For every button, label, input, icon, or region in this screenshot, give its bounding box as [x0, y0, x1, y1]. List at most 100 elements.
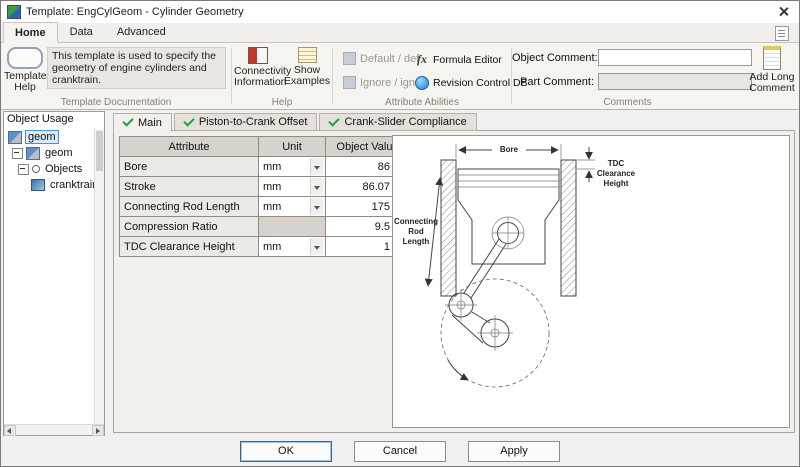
tree-item-objects[interactable]: Objects [43, 163, 84, 175]
cancel-button[interactable]: Cancel [354, 440, 446, 462]
revision-control-icon [415, 76, 429, 90]
formula-editor-button[interactable]: fx Formula Editor [415, 52, 502, 67]
table-row: Stroke mm 86.07 ... [119, 176, 410, 197]
tree-row: geom [5, 129, 94, 145]
close-button[interactable] [767, 1, 799, 22]
rod-label-line2: Rod [408, 227, 424, 236]
attribute-table: Attribute Unit Object Value Bore mm 86 .… [119, 136, 410, 257]
tdc-label-line1: TDC [608, 159, 625, 168]
collapse-expander-icon[interactable] [18, 163, 29, 175]
document-tabs: Main Piston-to-Crank Offset Crank-Slider… [113, 113, 477, 132]
ignore-icon [343, 76, 356, 89]
content-area: Main Piston-to-Crank Offset Crank-Slider… [105, 111, 796, 436]
chevron-down-icon[interactable] [310, 238, 324, 255]
default-icon [343, 52, 356, 65]
tab-piston-to-crank-offset[interactable]: Piston-to-Crank Offset [173, 113, 318, 131]
connectivity-information-label: Connectivity Information [234, 65, 292, 88]
tab-crank-slider-compliance[interactable]: Crank-Slider Compliance [319, 113, 477, 131]
tree-item-geom-child[interactable]: geom [43, 147, 75, 159]
group-template-documentation: Template Help This template is used to s… [1, 43, 231, 109]
template-help-button[interactable]: Template Help [4, 46, 47, 93]
object-usage-panel: Object Usage geom geom Objects cranktrai… [3, 111, 105, 436]
ribbon-tab-strip: Home Data Advanced [1, 21, 799, 43]
unit-dropdown[interactable]: mm [258, 156, 326, 177]
cylinder-diagram: Bore TDC Clearance Height Connecting Rod… [392, 135, 790, 428]
tree-item-cranktrain[interactable]: cranktrain [48, 179, 94, 191]
rod-label-line1: Connecting [394, 217, 438, 226]
rod-label-line3: Length [403, 237, 430, 246]
ok-button[interactable]: OK [240, 440, 332, 462]
object-comment-input[interactable] [598, 49, 752, 66]
attribute-name: Bore [119, 156, 259, 177]
object-comment-row: Object Comment: [512, 49, 752, 66]
chevron-down-icon[interactable] [310, 198, 324, 215]
piston-diagram-svg: Bore TDC Clearance Height Connecting Rod… [394, 142, 636, 388]
vertical-scrollbar[interactable] [94, 129, 104, 424]
show-examples-icon [297, 47, 317, 63]
value-input[interactable]: 9.5 [325, 216, 395, 237]
ribbon-tab-home[interactable]: Home [3, 22, 58, 43]
table-row: Bore mm 86 ... [119, 156, 410, 177]
chevron-down-icon[interactable] [310, 178, 324, 195]
tab-crank-slider-label: Crank-Slider Compliance [344, 116, 467, 128]
object-comment-label: Object Comment: [512, 51, 598, 64]
scroll-left-arrow[interactable] [4, 425, 16, 436]
chevron-down-icon[interactable] [310, 158, 324, 175]
apply-button[interactable]: Apply [468, 440, 560, 462]
default-def-button: Default / def [343, 52, 419, 65]
geom-icon [26, 146, 40, 160]
tdc-label-line3: Height [604, 179, 629, 188]
group-attribute-abilities: Default / def Ignore / ign fx Formula Ed… [333, 43, 528, 109]
unit-dropdown[interactable]: mm [258, 196, 326, 217]
unit-value: mm [263, 240, 282, 253]
value-input[interactable]: 175 [325, 196, 395, 217]
show-examples-button[interactable]: Show Examples [284, 47, 330, 87]
header-attribute: Attribute [119, 136, 259, 157]
objects-bullet-icon [32, 165, 40, 173]
table-row: TDC Clearance Height mm 1 ... [119, 236, 410, 257]
tab-main[interactable]: Main [113, 113, 172, 132]
template-editor-window: Template: EngCylGeom - Cylinder Geometry… [0, 0, 800, 467]
footer-button-bar: OK Cancel Apply [1, 436, 799, 466]
template-description: This template is used to specify the geo… [47, 47, 226, 89]
table-row: Connecting Rod Length mm 175 ... [119, 196, 410, 217]
rotation-arrow [447, 359, 469, 381]
value-input[interactable]: 1 [325, 236, 395, 257]
geom-icon [8, 130, 22, 144]
collapse-expander-icon[interactable] [12, 147, 23, 159]
group-comments: Object Comment: Part Comment: Add Long C… [512, 43, 799, 109]
ribbon-options-icon[interactable] [775, 26, 789, 41]
ribbon-tab-data[interactable]: Data [58, 21, 105, 42]
formula-editor-label: Formula Editor [433, 53, 502, 66]
scrollbar-thumb[interactable] [96, 131, 103, 171]
add-long-comment-button[interactable]: Add Long Comment [748, 46, 796, 94]
value-input[interactable]: 86 [325, 156, 395, 177]
show-examples-label: Show Examples [284, 64, 331, 87]
attribute-name: Compression Ratio [119, 216, 259, 237]
ignore-label: Ignore / ign [360, 76, 416, 89]
window-title: Template: EngCylGeom - Cylinder Geometry [26, 6, 244, 18]
group-label-template-documentation: Template Documentation [60, 97, 172, 108]
close-icon [779, 7, 788, 16]
value-input[interactable]: 86.07 [325, 176, 395, 197]
connecting-rod [470, 243, 507, 299]
tree-item-geom-root[interactable]: geom [25, 130, 59, 144]
bore-label: Bore [500, 145, 519, 154]
ignore-ign-button: Ignore / ign [343, 76, 415, 89]
unit-cell-disabled [258, 216, 326, 237]
connectivity-information-button[interactable]: Connectivity Information [234, 47, 292, 88]
unit-dropdown[interactable]: mm [258, 236, 326, 257]
attribute-name: Stroke [119, 176, 259, 197]
scroll-right-arrow[interactable] [92, 425, 104, 436]
part-comment-input [598, 73, 752, 90]
checkmark-icon [122, 115, 134, 127]
unit-dropdown[interactable]: mm [258, 176, 326, 197]
header-unit: Unit [258, 136, 326, 157]
horizontal-scrollbar[interactable] [4, 424, 104, 436]
cranktrain-icon [31, 179, 45, 191]
group-help: Connectivity Information Show Examples H… [232, 43, 332, 109]
ribbon-tab-advanced[interactable]: Advanced [105, 21, 178, 42]
tree-row: geom [5, 145, 94, 161]
tab-piston-label: Piston-to-Crank Offset [198, 116, 308, 128]
checkmark-icon [183, 114, 195, 127]
